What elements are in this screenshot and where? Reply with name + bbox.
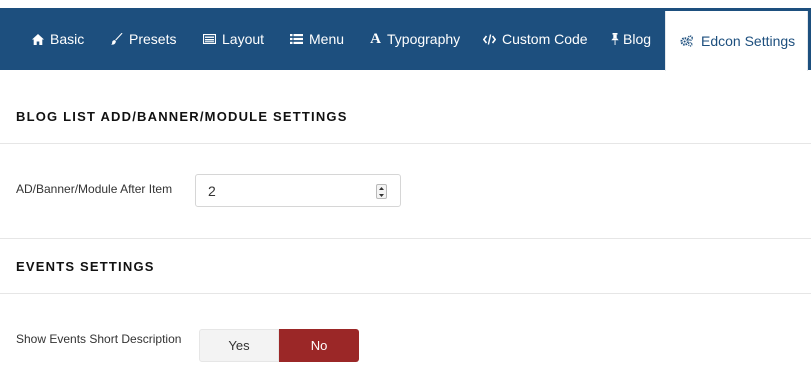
tab-label: Layout (222, 31, 265, 47)
divider (0, 293, 811, 294)
tab-label: Menu (309, 31, 345, 47)
tab-label: Typography (387, 31, 461, 47)
caret-up-icon (379, 186, 384, 190)
ad-banner-after-item-field (195, 174, 401, 207)
show-events-short-description-label: Show Events Short Description (16, 332, 182, 346)
number-spinner (376, 184, 387, 199)
toggle-yes-button[interactable]: Yes (199, 329, 279, 362)
tab-bar: Basic Presets Layout Menu A Typography C… (0, 0, 811, 71)
ad-banner-after-item-label: AD/Banner/Module After Item (16, 182, 173, 196)
tab-custom-code[interactable]: Custom Code (483, 8, 588, 70)
tab-typography[interactable]: A Typography (370, 8, 460, 70)
events-section-title: EVENTS SETTINGS (16, 259, 155, 274)
increment-button[interactable] (377, 185, 386, 191)
tab-menu[interactable]: Menu (290, 8, 344, 70)
tab-label: Basic (50, 31, 85, 47)
layout-icon (203, 33, 216, 46)
caret-down-icon (379, 193, 384, 197)
tab-label: Blog (623, 31, 652, 47)
tab-layout[interactable]: Layout (203, 8, 264, 70)
pushpin-icon (610, 33, 619, 46)
decrement-button[interactable] (377, 192, 386, 198)
tab-basic[interactable]: Basic (31, 8, 84, 70)
cogs-icon (680, 35, 693, 48)
tab-blog[interactable]: Blog (610, 8, 651, 70)
home-icon (31, 33, 44, 46)
tab-label: Edcon Settings (701, 33, 796, 49)
divider (0, 143, 811, 144)
ad-banner-after-item-input[interactable] (196, 175, 400, 206)
tab-label: Custom Code (502, 31, 588, 47)
list-icon (290, 33, 303, 46)
toggle-no-button[interactable]: No (279, 329, 359, 362)
code-icon (483, 33, 496, 46)
font-icon: A (370, 30, 381, 47)
tab-edcon-settings[interactable]: Edcon Settings (665, 11, 808, 71)
tab-presets[interactable]: Presets (110, 8, 176, 70)
blog-section-title: BLOG LIST ADD/BANNER/MODULE SETTINGS (16, 109, 348, 124)
paint-brush-icon (110, 33, 123, 46)
show-events-short-description-toggle: Yes No (199, 329, 359, 362)
tab-label: Presets (129, 31, 177, 47)
divider (0, 238, 811, 239)
